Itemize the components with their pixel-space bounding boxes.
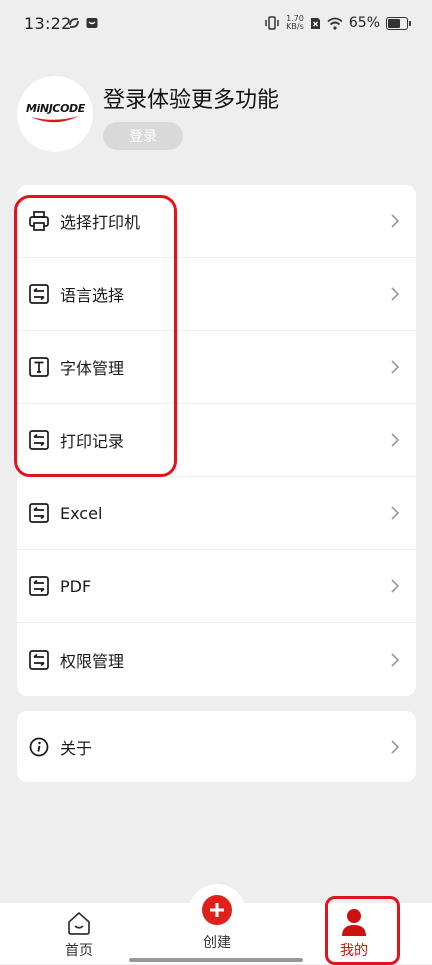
menu-item-label: PDF xyxy=(60,576,92,596)
chevron-right-icon xyxy=(391,739,400,754)
battery-icon xyxy=(386,16,411,30)
login-prompt-title: 登录体验更多功能 xyxy=(103,88,280,113)
home-icon xyxy=(68,912,90,935)
tab-create[interactable]: 创建 xyxy=(186,895,248,952)
tab-mine-label: 我的 xyxy=(340,943,368,959)
profile-header: MiNJCODE 登录体验更多功能 登录 xyxy=(17,76,417,152)
menu-item-permissions[interactable]: 权限管理 xyxy=(17,623,416,696)
menu-item-pdf[interactable]: PDF xyxy=(17,550,416,623)
tab-home[interactable]: 首页 xyxy=(55,903,103,960)
menu-item-font-management[interactable]: 字体管理 xyxy=(17,331,416,404)
info-icon xyxy=(29,737,49,756)
home-indicator xyxy=(129,958,303,962)
status-time: 13:22 xyxy=(24,14,72,33)
swap-icon xyxy=(29,503,49,523)
battery-percent: 65% xyxy=(348,15,380,31)
swap-icon xyxy=(29,430,49,450)
swap-icon xyxy=(29,284,49,304)
swap-icon xyxy=(29,576,49,596)
status-bar: 13:22 1.70 KB/s 65% xyxy=(0,0,432,52)
menu-item-label: 语言选择 xyxy=(60,286,125,305)
tab-create-label: 创建 xyxy=(203,935,231,951)
menu-item-label: 字体管理 xyxy=(60,359,125,378)
wifi-icon xyxy=(327,17,343,30)
menu-item-select-printer[interactable]: 选择打印机 xyxy=(17,185,416,258)
menu-item-label: 权限管理 xyxy=(60,651,125,671)
chevron-right-icon xyxy=(391,214,400,228)
no-sim-icon xyxy=(310,17,320,29)
chevron-right-icon xyxy=(391,579,400,593)
brand-swoosh-icon xyxy=(31,116,79,123)
chevron-right-icon xyxy=(391,652,400,667)
text-icon xyxy=(29,357,49,377)
menu-item-language[interactable]: 语言选择 xyxy=(17,258,416,331)
tab-mine[interactable]: 我的 xyxy=(330,903,378,960)
user-icon xyxy=(342,909,366,936)
tab-home-label: 首页 xyxy=(65,943,93,959)
avatar[interactable]: MiNJCODE xyxy=(17,76,93,152)
menu-item-label: 选择打印机 xyxy=(60,213,141,232)
menu-item-print-history[interactable]: 打印记录 xyxy=(17,404,416,477)
about-card: 关于 xyxy=(17,711,416,782)
menu-item-excel[interactable]: Excel xyxy=(17,477,416,550)
settings-menu-card: 选择打印机 语言选择 字体管理 打印记录 Excel PDF 权限管理 xyxy=(17,185,416,696)
swap-icon xyxy=(29,649,49,670)
menu-item-label: Excel xyxy=(60,503,103,523)
vibrate-icon xyxy=(265,16,279,30)
login-button[interactable]: 登录 xyxy=(103,122,183,150)
app-notification-icon xyxy=(86,18,98,28)
menu-item-label: 打印记录 xyxy=(60,432,125,451)
sync-icon xyxy=(69,18,79,28)
chevron-right-icon xyxy=(391,506,400,520)
network-speed: 1.70 KB/s xyxy=(286,14,304,31)
chevron-right-icon xyxy=(391,433,400,447)
menu-item-about[interactable]: 关于 xyxy=(17,711,416,782)
chevron-right-icon xyxy=(391,287,400,301)
printer-icon xyxy=(29,211,49,231)
menu-item-label: 关于 xyxy=(60,738,93,758)
chevron-right-icon xyxy=(391,360,400,374)
add-icon xyxy=(202,895,232,925)
